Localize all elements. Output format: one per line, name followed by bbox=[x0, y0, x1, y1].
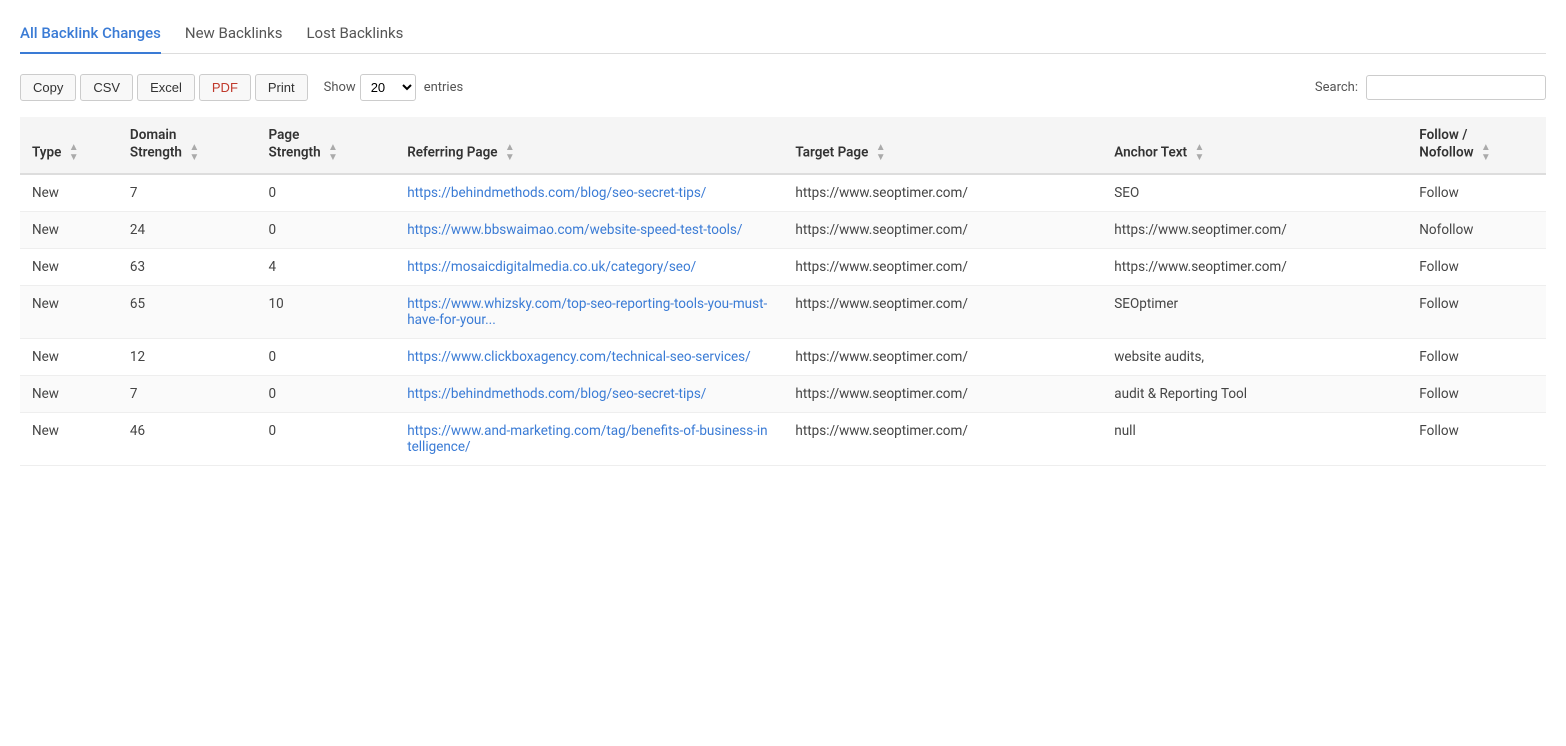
cell-domain-strength: 24 bbox=[118, 212, 257, 249]
search-label: Search: bbox=[1315, 80, 1358, 95]
cell-domain-strength: 12 bbox=[118, 339, 257, 376]
cell-page-strength: 0 bbox=[257, 376, 396, 413]
cell-follow: Nofollow bbox=[1407, 212, 1546, 249]
cell-anchor-text: audit & Reporting Tool bbox=[1102, 376, 1407, 413]
col-header-target-page[interactable]: Target Page ▲▼ bbox=[783, 117, 1102, 174]
referring-page-link[interactable]: https://behindmethods.com/blog/seo-secre… bbox=[407, 386, 706, 402]
table-row: New240 https://www.bbswaimao.com/website-… bbox=[20, 212, 1546, 249]
sort-icon-page-strength: ▲▼ bbox=[328, 143, 338, 163]
table-row: New634 https://mosaicdigitalmedia.co.uk/c… bbox=[20, 249, 1546, 286]
referring-page-link[interactable]: https://www.bbswaimao.com/website-speed-… bbox=[407, 222, 742, 238]
cell-domain-strength: 46 bbox=[118, 413, 257, 466]
show-label: Show bbox=[324, 80, 356, 95]
referring-page-link[interactable]: https://www.clickboxagency.com/technical… bbox=[407, 349, 751, 365]
cell-anchor-text: https://www.seoptimer.com/ bbox=[1102, 212, 1407, 249]
cell-referring-page[interactable]: https://www.clickboxagency.com/technical… bbox=[395, 339, 783, 376]
search-area: Search: bbox=[1315, 75, 1546, 100]
cell-target-page: https://www.seoptimer.com/ bbox=[783, 212, 1102, 249]
cell-referring-page[interactable]: https://mosaicdigitalmedia.co.uk/categor… bbox=[395, 249, 783, 286]
referring-page-link[interactable]: https://behindmethods.com/blog/seo-secre… bbox=[407, 185, 706, 201]
cell-referring-page[interactable]: https://www.and-marketing.com/tag/benefi… bbox=[395, 413, 783, 466]
table-row: New120 https://www.clickboxagency.com/tec… bbox=[20, 339, 1546, 376]
copy-button[interactable]: Copy bbox=[20, 74, 76, 101]
col-header-type[interactable]: Type ▲▼ bbox=[20, 117, 118, 174]
sort-icon-domain-strength: ▲▼ bbox=[189, 143, 199, 163]
tabs-nav: All Backlink Changes New Backlinks Lost … bbox=[20, 16, 1546, 54]
entries-text: entries bbox=[424, 80, 464, 95]
cell-target-page: https://www.seoptimer.com/ bbox=[783, 413, 1102, 466]
table-row: New6510 https://www.whizsky.com/top-seo-r… bbox=[20, 286, 1546, 339]
cell-page-strength: 4 bbox=[257, 249, 396, 286]
cell-anchor-text: SEOptimer bbox=[1102, 286, 1407, 339]
cell-referring-page[interactable]: https://www.bbswaimao.com/website-speed-… bbox=[395, 212, 783, 249]
toolbar: Copy CSV Excel PDF Print Show 20 10 50 1… bbox=[20, 74, 1546, 101]
tab-new-backlinks[interactable]: New Backlinks bbox=[185, 16, 283, 54]
cell-target-page: https://www.seoptimer.com/ bbox=[783, 174, 1102, 212]
cell-anchor-text: https://www.seoptimer.com/ bbox=[1102, 249, 1407, 286]
cell-type: New bbox=[20, 376, 118, 413]
pdf-button[interactable]: PDF bbox=[199, 74, 251, 101]
cell-follow: Follow bbox=[1407, 413, 1546, 466]
table-row: New70 https://behindmethods.com/blog/seo-… bbox=[20, 376, 1546, 413]
cell-type: New bbox=[20, 212, 118, 249]
referring-page-link[interactable]: https://www.and-marketing.com/tag/benefi… bbox=[407, 423, 767, 455]
cell-type: New bbox=[20, 339, 118, 376]
cell-type: New bbox=[20, 286, 118, 339]
cell-page-strength: 0 bbox=[257, 413, 396, 466]
cell-domain-strength: 7 bbox=[118, 174, 257, 212]
cell-follow: Follow bbox=[1407, 249, 1546, 286]
cell-referring-page[interactable]: https://behindmethods.com/blog/seo-secre… bbox=[395, 174, 783, 212]
cell-type: New bbox=[20, 174, 118, 212]
cell-follow: Follow bbox=[1407, 286, 1546, 339]
csv-button[interactable]: CSV bbox=[80, 74, 133, 101]
cell-anchor-text: null bbox=[1102, 413, 1407, 466]
col-header-domain-strength[interactable]: DomainStrength ▲▼ bbox=[118, 117, 257, 174]
referring-page-link[interactable]: https://www.whizsky.com/top-seo-reportin… bbox=[407, 296, 767, 328]
col-header-page-strength[interactable]: PageStrength ▲▼ bbox=[257, 117, 396, 174]
cell-follow: Follow bbox=[1407, 376, 1546, 413]
cell-target-page: https://www.seoptimer.com/ bbox=[783, 286, 1102, 339]
sort-icon-target-page: ▲▼ bbox=[876, 143, 886, 163]
col-header-anchor-text[interactable]: Anchor Text ▲▼ bbox=[1102, 117, 1407, 174]
entries-select[interactable]: 20 10 50 100 bbox=[360, 74, 416, 101]
cell-referring-page[interactable]: https://www.whizsky.com/top-seo-reportin… bbox=[395, 286, 783, 339]
backlinks-table: Type ▲▼ DomainStrength ▲▼ PageStrength ▲… bbox=[20, 117, 1546, 466]
cell-page-strength: 10 bbox=[257, 286, 396, 339]
cell-referring-page[interactable]: https://behindmethods.com/blog/seo-secre… bbox=[395, 376, 783, 413]
cell-domain-strength: 7 bbox=[118, 376, 257, 413]
cell-anchor-text: SEO bbox=[1102, 174, 1407, 212]
cell-type: New bbox=[20, 413, 118, 466]
cell-page-strength: 0 bbox=[257, 339, 396, 376]
col-header-follow[interactable]: Follow /Nofollow ▲▼ bbox=[1407, 117, 1546, 174]
cell-target-page: https://www.seoptimer.com/ bbox=[783, 249, 1102, 286]
tab-lost-backlinks[interactable]: Lost Backlinks bbox=[306, 16, 403, 54]
cell-page-strength: 0 bbox=[257, 174, 396, 212]
table-row: New70 https://behindmethods.com/blog/seo-… bbox=[20, 174, 1546, 212]
excel-button[interactable]: Excel bbox=[137, 74, 195, 101]
cell-anchor-text: website audits, bbox=[1102, 339, 1407, 376]
col-header-referring-page[interactable]: Referring Page ▲▼ bbox=[395, 117, 783, 174]
sort-icon-type: ▲▼ bbox=[69, 143, 79, 163]
print-button[interactable]: Print bbox=[255, 74, 308, 101]
cell-follow: Follow bbox=[1407, 174, 1546, 212]
cell-target-page: https://www.seoptimer.com/ bbox=[783, 339, 1102, 376]
cell-page-strength: 0 bbox=[257, 212, 396, 249]
cell-domain-strength: 65 bbox=[118, 286, 257, 339]
table-row: New460 https://www.and-marketing.com/tag/… bbox=[20, 413, 1546, 466]
referring-page-link[interactable]: https://mosaicdigitalmedia.co.uk/categor… bbox=[407, 259, 696, 275]
backlinks-table-wrap: Type ▲▼ DomainStrength ▲▼ PageStrength ▲… bbox=[20, 117, 1546, 466]
sort-icon-referring-page: ▲▼ bbox=[505, 143, 515, 163]
sort-icon-follow: ▲▼ bbox=[1481, 143, 1491, 163]
tab-all-backlink-changes[interactable]: All Backlink Changes bbox=[20, 16, 161, 54]
cell-follow: Follow bbox=[1407, 339, 1546, 376]
cell-type: New bbox=[20, 249, 118, 286]
cell-target-page: https://www.seoptimer.com/ bbox=[783, 376, 1102, 413]
sort-icon-anchor-text: ▲▼ bbox=[1194, 143, 1204, 163]
search-input[interactable] bbox=[1366, 75, 1546, 100]
cell-domain-strength: 63 bbox=[118, 249, 257, 286]
